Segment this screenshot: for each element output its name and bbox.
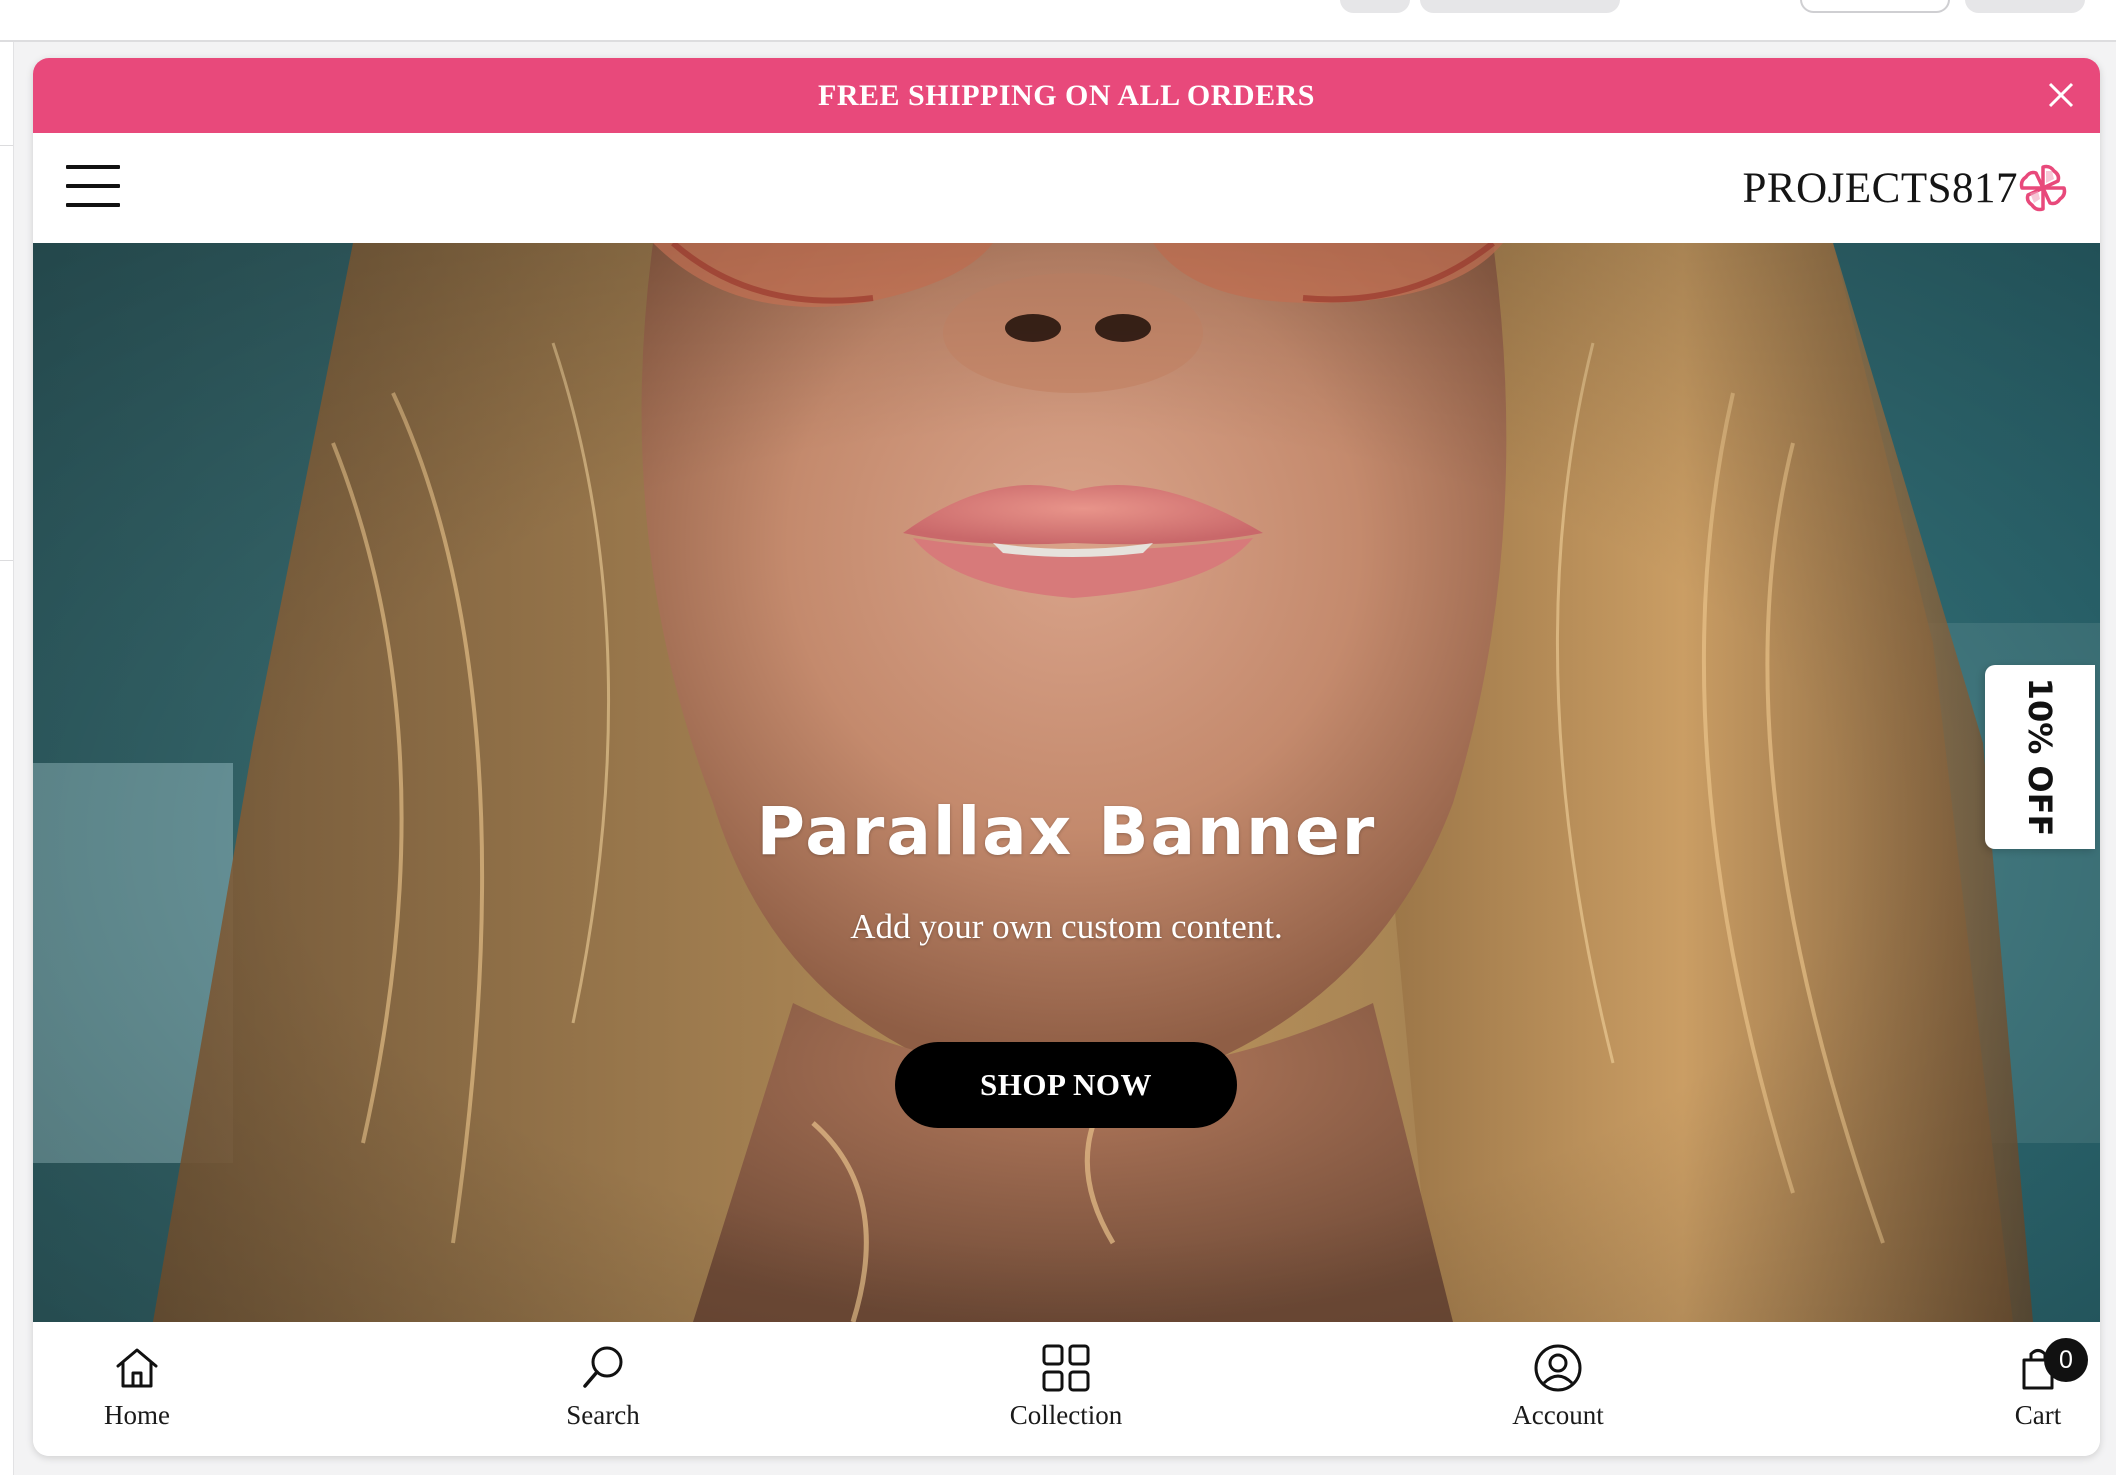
- announcement-bar: FREE SHIPPING ON ALL ORDERS: [33, 58, 2100, 133]
- shop-now-button[interactable]: SHOP NOW: [895, 1042, 1237, 1128]
- discount-tab-label: 10% OFF: [2021, 677, 2059, 837]
- nav-item-account[interactable]: Account: [1488, 1322, 1628, 1456]
- storefront-preview: FREE SHIPPING ON ALL ORDERS PROJECTS817: [33, 58, 2100, 1456]
- grid-icon: [1042, 1344, 1090, 1392]
- hero-subtitle: Add your own custom content.: [850, 907, 1283, 946]
- nav-label-collection: Collection: [1009, 1400, 1123, 1430]
- toolbar-pill[interactable]: [1340, 0, 1410, 13]
- hamburger-icon: [66, 165, 120, 169]
- hero-title: Parallax Banner: [756, 793, 1377, 870]
- toolbar-pill[interactable]: [1800, 0, 1950, 13]
- nav-item-home[interactable]: Home: [77, 1322, 197, 1456]
- home-icon: [116, 1348, 158, 1388]
- toolbar-pill[interactable]: [1420, 0, 1620, 13]
- nav-item-cart[interactable]: 0 Cart: [1993, 1322, 2088, 1456]
- site-logo[interactable]: PROJECTS817: [1742, 159, 2070, 217]
- search-icon: [583, 1346, 623, 1388]
- bottom-navigation: Home Search Collection Account 0 Cart: [33, 1322, 2100, 1456]
- discount-side-tab[interactable]: 10% OFF: [1985, 665, 2095, 849]
- nav-label-cart: Cart: [2014, 1400, 2062, 1430]
- cart-icon-wrap: 0: [2012, 1338, 2088, 1394]
- site-header: PROJECTS817: [33, 133, 2100, 243]
- close-announcement-button[interactable]: [2044, 78, 2078, 112]
- close-icon: [2048, 82, 2074, 108]
- nav-label-account: Account: [1512, 1400, 1604, 1430]
- nav-item-search[interactable]: Search: [533, 1322, 673, 1456]
- hero-content: Parallax Banner Add your own custom cont…: [33, 243, 2100, 1322]
- logo-text: PROJECTS817: [1742, 164, 2018, 212]
- cart-count-badge: 0: [2044, 1338, 2088, 1382]
- toolbar-pill[interactable]: [1965, 0, 2085, 13]
- parallax-banner: Parallax Banner Add your own custom cont…: [33, 243, 2100, 1322]
- menu-button[interactable]: [66, 165, 120, 209]
- editor-topbar: [0, 0, 2116, 42]
- nav-label-search: Search: [566, 1400, 640, 1430]
- logo-flower-icon: [2019, 164, 2067, 212]
- editor-left-rail: [0, 42, 14, 1475]
- account-icon: [1534, 1344, 1582, 1392]
- announcement-text: FREE SHIPPING ON ALL ORDERS: [818, 78, 1315, 112]
- nav-label-home: Home: [104, 1400, 170, 1430]
- nav-item-collection[interactable]: Collection: [995, 1322, 1137, 1456]
